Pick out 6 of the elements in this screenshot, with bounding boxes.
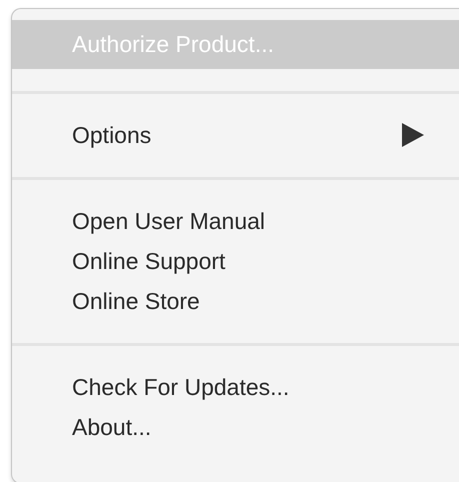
menu-item[interactable]: Options bbox=[12, 115, 459, 155]
menu-item[interactable]: About... bbox=[12, 407, 459, 447]
menu-item[interactable]: Open User Manual bbox=[12, 201, 459, 241]
menu-item[interactable]: Check For Updates... bbox=[12, 367, 459, 407]
menu-item[interactable]: Online Support bbox=[12, 241, 459, 281]
menu-item[interactable]: Online Store bbox=[12, 281, 459, 321]
